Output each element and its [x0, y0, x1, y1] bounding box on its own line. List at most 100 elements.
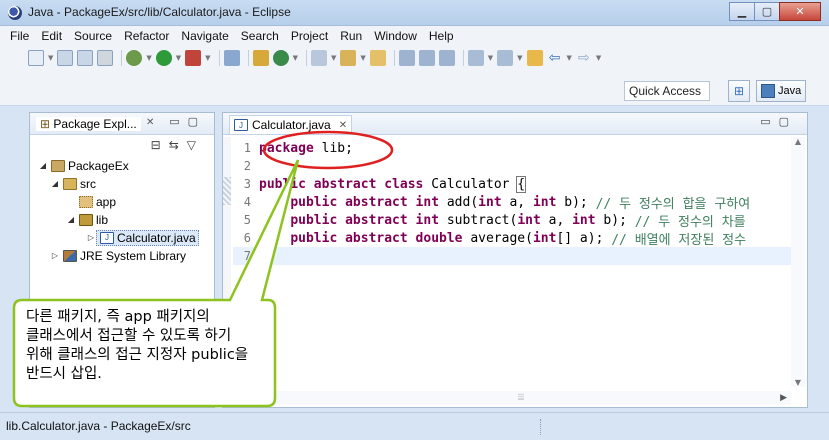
menu-search[interactable]: Search: [235, 29, 285, 43]
line-number: 2: [243, 159, 251, 173]
new-class-icon[interactable]: [272, 50, 289, 66]
menu-window[interactable]: Window: [368, 29, 423, 43]
editor-tab-bar: J Calculator.java ✕ ▭▢: [223, 113, 807, 135]
window-controls: ▁ ▢ ✕: [729, 2, 821, 22]
code-line-6[interactable]: 6 public abstract double average(int[] a…: [233, 229, 793, 248]
tree-item-packageex[interactable]: ◢ PackageEx: [38, 157, 129, 174]
project-icon: [51, 159, 65, 172]
scroll-thumb-icon[interactable]: ⦙⦙⦙: [518, 393, 524, 403]
tab-calculator-java[interactable]: J Calculator.java ✕: [229, 115, 353, 134]
code-line-7[interactable]: 7 }: [233, 247, 793, 265]
mark-occurrences-icon[interactable]: [398, 50, 415, 66]
menu-bar: File Edit Source Refactor Navigate Searc…: [0, 26, 829, 46]
code-line-4[interactable]: 4 public abstract int add(int a, int b);…: [233, 193, 793, 212]
empty-package-icon: [79, 195, 93, 208]
tree-item-label: app: [96, 194, 117, 209]
scroll-right-icon[interactable]: ▶: [780, 393, 787, 403]
run-icon[interactable]: [155, 50, 172, 66]
code-line-3[interactable]: 3 public abstract class Calculator {: [233, 175, 793, 193]
close-icon[interactable]: ✕: [339, 120, 347, 131]
line-number: 5: [243, 213, 251, 227]
tree-item-label: Calculator.java: [117, 230, 196, 245]
block-selection-icon[interactable]: [418, 50, 435, 66]
debug-icon[interactable]: [126, 50, 143, 66]
java-file-icon: J: [234, 119, 248, 131]
menu-edit[interactable]: Edit: [35, 29, 68, 43]
java-perspective-icon: [761, 84, 775, 98]
java-perspective-button[interactable]: Java: [756, 80, 807, 102]
tree-item-src[interactable]: ◢ src: [50, 175, 96, 192]
package-explorer-icon: ⊞: [40, 117, 54, 131]
tree-item-jre-library[interactable]: ▷ JRE System Library: [50, 247, 186, 264]
print-icon[interactable]: [97, 50, 114, 66]
code-line-1[interactable]: 1 package lib;: [233, 139, 793, 157]
menu-run[interactable]: Run: [334, 29, 368, 43]
quick-access-field[interactable]: Quick Access: [624, 81, 710, 101]
show-whitespace-icon[interactable]: [438, 50, 455, 66]
quick-access-bar: Quick Access ⊞ Java: [0, 70, 829, 106]
tree-item-label: JRE System Library: [80, 248, 187, 263]
perspective-label: Java: [778, 85, 802, 97]
scroll-left-icon[interactable]: ◀: [255, 393, 262, 403]
horizontal-scrollbar[interactable]: ◀ ⦙⦙⦙ ▶: [251, 391, 791, 405]
open-perspective-button[interactable]: ⊞: [728, 80, 750, 102]
forward-icon[interactable]: ⇨: [576, 50, 592, 66]
maximize-button[interactable]: ▢: [754, 2, 780, 21]
menu-refactor[interactable]: Refactor: [118, 29, 175, 43]
main-toolbar: ▼ ▼ ▼ ▼ ▼ ▼ ▼ ▼ ▼ ⇦ ▼ ⇨ ▼: [0, 46, 829, 70]
back-icon[interactable]: ⇦: [547, 50, 563, 66]
status-separator: [540, 419, 541, 435]
tab-package-explorer-label: Package Expl...: [53, 117, 137, 131]
collapse-arrow-icon[interactable]: ▷: [50, 251, 60, 260]
external-tools-icon[interactable]: [185, 50, 202, 66]
last-edit-icon[interactable]: [526, 50, 543, 66]
package-icon: [79, 213, 93, 226]
search-icon[interactable]: [369, 50, 386, 66]
line-number: 4: [243, 195, 251, 209]
window-title: Java - PackageEx/src/lib/Calculator.java…: [28, 5, 291, 19]
expand-arrow-icon[interactable]: ◢: [50, 179, 60, 188]
tab-package-explorer[interactable]: ⊞ Package Expl...: [36, 117, 141, 131]
expand-arrow-icon[interactable]: ◢: [38, 161, 48, 170]
vertical-scrollbar[interactable]: ▲ ▼: [791, 137, 805, 387]
tab-calculator-java-label: Calculator.java: [252, 118, 331, 132]
menu-source[interactable]: Source: [68, 29, 118, 43]
code-line-5[interactable]: 5 public abstract int subtract(int a, in…: [233, 211, 793, 230]
open-type-icon[interactable]: [310, 50, 327, 66]
save-all-icon[interactable]: [77, 50, 94, 66]
tree-item-label: lib: [96, 212, 109, 227]
source-folder-icon: [63, 177, 77, 190]
view-controls[interactable]: ▭▢: [169, 115, 206, 128]
menu-help[interactable]: Help: [423, 29, 460, 43]
save-icon[interactable]: [57, 50, 74, 66]
code-line-2[interactable]: 2: [233, 157, 793, 175]
package-explorer-tab-bar: ⊞ Package Expl... ✕ ▭▢: [30, 113, 214, 135]
collapse-link-icons[interactable]: ⊟⇆▽: [151, 138, 204, 152]
close-button[interactable]: ✕: [779, 2, 821, 21]
new-package-icon[interactable]: [252, 50, 269, 66]
menu-file[interactable]: File: [4, 29, 35, 43]
collapse-arrow-icon[interactable]: ▷: [86, 233, 96, 242]
title-bar: Java - PackageEx/src/lib/Calculator.java…: [0, 0, 829, 26]
code-editor: J Calculator.java ✕ ▭▢ 1 package lib; 2 …: [222, 112, 808, 408]
menu-navigate[interactable]: Navigate: [175, 29, 234, 43]
java-file-icon: J: [100, 231, 114, 244]
next-annotation-icon[interactable]: [467, 50, 484, 66]
line-number: 3: [243, 177, 251, 191]
menu-project[interactable]: Project: [285, 29, 334, 43]
line-number: 7: [243, 249, 251, 263]
tree-item-lib[interactable]: ◢ lib: [66, 211, 108, 228]
library-icon: [63, 249, 77, 262]
previous-annotation-icon[interactable]: [497, 50, 514, 66]
coverage-icon[interactable]: [223, 50, 240, 66]
tree-item-calculator-java[interactable]: ▷ J Calculator.java: [86, 229, 199, 246]
expand-arrow-icon[interactable]: ◢: [66, 215, 76, 224]
new-icon[interactable]: [28, 50, 44, 66]
selected-item[interactable]: J Calculator.java: [96, 229, 199, 246]
close-icon[interactable]: ✕: [146, 117, 154, 128]
tree-item-app[interactable]: app: [66, 193, 116, 210]
editor-view-controls[interactable]: ▭▢: [760, 115, 797, 128]
open-task-icon[interactable]: [340, 50, 357, 66]
open-perspective-icon: ⊞: [733, 84, 745, 98]
minimize-button[interactable]: ▁: [729, 2, 755, 21]
